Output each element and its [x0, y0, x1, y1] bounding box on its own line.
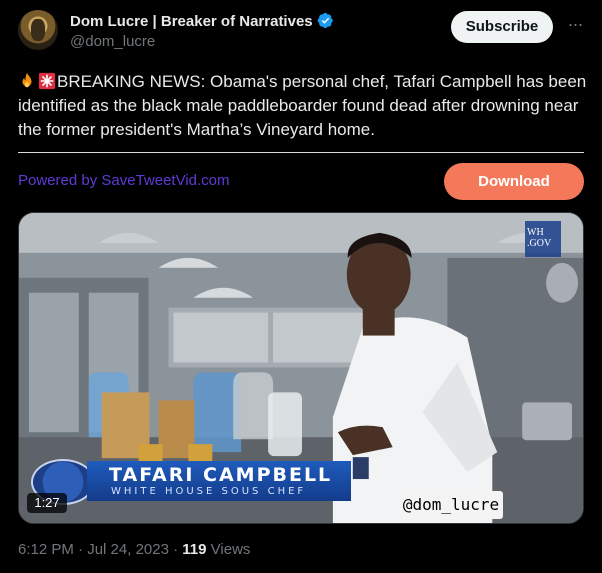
wh-gov-logo-text: WH .GOV [527, 227, 551, 249]
lower-third-title: WHITE HOUSE SOUS CHEF [111, 486, 307, 497]
tweet-time[interactable]: 6:12 PM [18, 541, 74, 558]
divider [18, 152, 584, 153]
meta-separator-2: · [173, 541, 179, 558]
tweet-body-text: BREAKING NEWS: Obama's personal chef, Ta… [18, 72, 587, 139]
video-player[interactable]: TAFARI CAMPBELL WHITE HOUSE SOUS CHEF WH… [18, 212, 584, 524]
tweet-meta: 6:12 PM · Jul 24, 2023 · 119 Views [18, 541, 250, 558]
video-duration-badge: 1:27 [27, 493, 67, 513]
tweet-text: BREAKING NEWS: Obama's personal chef, Ta… [18, 70, 588, 142]
author-name-row[interactable]: Dom Lucre | Breaker of Narratives [70, 12, 334, 30]
tweet-date[interactable]: Jul 24, 2023 [87, 541, 169, 558]
fire-emoji-icon [22, 72, 32, 88]
views-label: Views [210, 541, 251, 558]
author-handle[interactable]: @dom_lucre [70, 33, 155, 50]
author-display-name[interactable]: Dom Lucre | Breaker of Narratives [70, 13, 313, 30]
siren-emoji-icon [38, 72, 56, 90]
tweet-header: Dom Lucre | Breaker of Narratives @dom_l… [0, 0, 602, 68]
lower-third-name: TAFARI CAMPBELL [109, 464, 333, 486]
avatar[interactable] [18, 10, 58, 50]
wh-logo-top: WH [527, 227, 544, 238]
subscribe-button[interactable]: Subscribe [451, 11, 553, 43]
views-count: 119 [182, 541, 207, 558]
more-icon[interactable]: ··· [565, 14, 585, 38]
download-button[interactable]: Download [444, 163, 584, 200]
verified-badge-icon [317, 12, 333, 29]
wh-logo-bottom: .GOV [527, 238, 552, 249]
video-watermark: @dom_lucre [399, 491, 503, 519]
powered-by-link[interactable]: Powered by SaveTweetVid.com [18, 172, 230, 189]
meta-separator: · [78, 541, 84, 558]
